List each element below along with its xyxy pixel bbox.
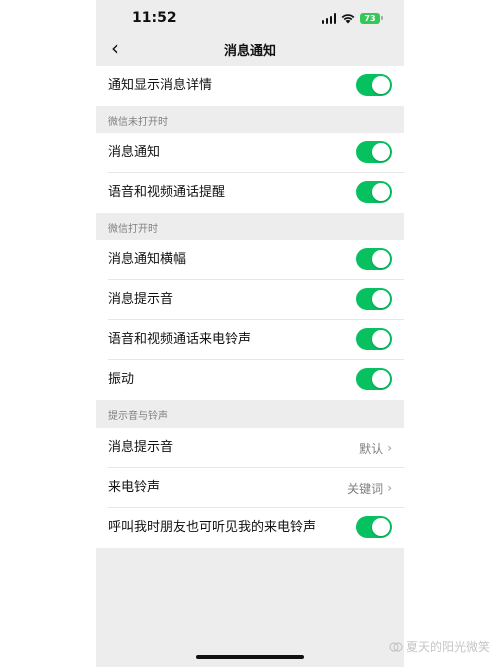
row-label: 通知显示消息详情 (108, 78, 213, 93)
row-label: 消息提示音 (108, 440, 174, 455)
row-label: 消息通知 (108, 145, 161, 160)
status-bar: 11:52 73 (96, 0, 404, 34)
row-label: 呼叫我时朋友也可听见我的来电铃声 (108, 520, 317, 535)
watermark-logo-icon (389, 641, 403, 652)
status-time: 11:52 (132, 10, 177, 26)
chevron-right-icon: › (387, 481, 392, 495)
row-friend-hear: 呼叫我时朋友也可听见我的来电铃声 (96, 508, 404, 548)
toggle-knob (372, 183, 390, 201)
row-value-wrap: 关键词 › (347, 468, 392, 508)
open-banner-toggle[interactable] (356, 248, 392, 270)
friend-hear-toggle[interactable] (356, 516, 392, 538)
open-vibrate-toggle[interactable] (356, 368, 392, 390)
row-tone-ringtone[interactable]: 来电铃声 关键词 › (96, 468, 404, 508)
row-open-vibrate: 振动 (96, 360, 404, 400)
row-open-ringtone: 语音和视频通话来电铃声 (96, 320, 404, 360)
wifi-icon (341, 13, 355, 23)
open-ringtone-toggle[interactable] (356, 328, 392, 350)
toggle-knob (372, 290, 390, 308)
row-open-banner: 消息通知横幅 (96, 240, 404, 280)
nav-bar: ‹ 消息通知 (96, 34, 404, 64)
status-icons: 73 (321, 11, 383, 25)
row-open-sound: 消息提示音 (96, 280, 404, 320)
section-header-tones: 提示音与铃声 (108, 411, 168, 422)
row-closed-notify: 消息通知 (96, 133, 404, 173)
row-label: 消息通知横幅 (108, 252, 187, 267)
page-title: 消息通知 (223, 44, 276, 59)
row-value: 关键词 (347, 481, 384, 496)
toggle-knob (372, 143, 390, 161)
toggle-knob (372, 518, 390, 536)
closed-call-remind-toggle[interactable] (356, 181, 392, 203)
row-value-wrap: 默认 › (359, 428, 392, 468)
row-label: 语音和视频通话来电铃声 (108, 332, 252, 347)
watermark: 夏天的阳光微笑 (389, 638, 490, 655)
row-label: 语音和视频通话提醒 (108, 185, 226, 200)
toggle-knob (372, 330, 390, 348)
closed-notify-toggle[interactable] (356, 141, 392, 163)
toggle-knob (372, 76, 390, 94)
toggle-knob (372, 370, 390, 388)
show-details-toggle[interactable] (356, 74, 392, 96)
home-indicator (196, 655, 304, 659)
section-header-closed: 微信未打开时 (108, 117, 168, 128)
watermark-text: 夏天的阳光微笑 (405, 640, 490, 654)
section-header-opened: 微信打开时 (108, 224, 158, 235)
open-sound-toggle[interactable] (356, 288, 392, 310)
chevron-right-icon: › (387, 441, 392, 455)
row-closed-call-remind: 语音和视频通话提醒 (96, 173, 404, 213)
phone-screen: 11:52 73 ‹ 消息通知 通知显示消息详情 微信未打开时 消息通知 语音和 (96, 0, 404, 667)
toggle-knob (372, 250, 390, 268)
battery-icon: 73 (360, 12, 383, 24)
row-label: 振动 (108, 372, 135, 387)
row-label: 消息提示音 (108, 292, 174, 307)
cellular-signal-icon (321, 12, 336, 24)
row-show-message-details: 通知显示消息详情 (96, 66, 404, 106)
row-tone-message[interactable]: 消息提示音 默认 › (96, 428, 404, 468)
row-label: 来电铃声 (108, 480, 161, 495)
row-value: 默认 (359, 441, 384, 456)
